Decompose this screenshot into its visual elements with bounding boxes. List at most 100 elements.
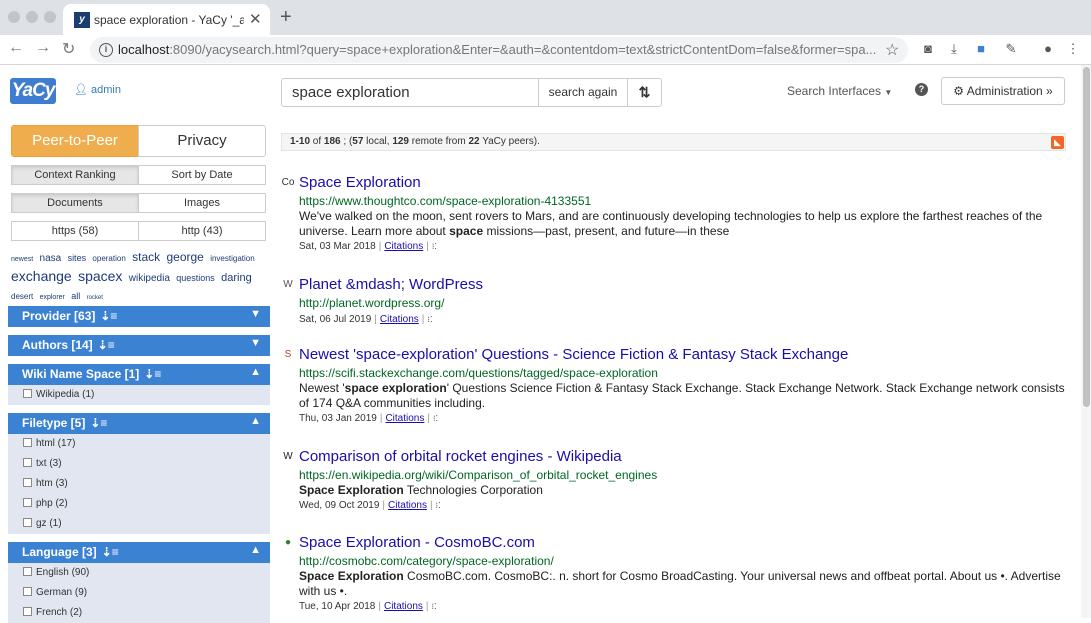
documents-button[interactable]: Documents — [11, 193, 139, 213]
tools-icon[interactable]: ✎ — [1003, 41, 1019, 57]
result-title-link[interactable]: Space Exploration - CosmoBC.com — [299, 534, 535, 551]
share-icon[interactable]: ⁝⁚ — [433, 414, 438, 423]
result-url-link[interactable]: https://scifi.stackexchange.com/question… — [299, 366, 658, 380]
profile-icon[interactable]: ● — [1040, 41, 1056, 57]
bookmark-star-icon[interactable]: ☆ — [885, 40, 899, 60]
checkbox[interactable] — [23, 498, 32, 507]
chevron-down-icon[interactable]: ▼ — [250, 337, 261, 349]
close-window-icon[interactable] — [8, 11, 20, 23]
chevron-up-icon[interactable]: ▲ — [250, 544, 261, 556]
citations-link[interactable]: Citations — [380, 314, 419, 325]
sort-icon[interactable]: ⇣≡ — [90, 416, 107, 430]
help-icon[interactable]: ? — [915, 83, 928, 96]
reload-icon[interactable]: ↻ — [62, 39, 75, 59]
citations-link[interactable]: Citations — [388, 500, 427, 511]
checkbox[interactable] — [23, 518, 32, 527]
maximize-window-icon[interactable] — [44, 11, 56, 23]
tag-link[interactable]: newest — [11, 256, 33, 263]
checkbox[interactable] — [23, 567, 32, 576]
scrollbar[interactable] — [1081, 65, 1091, 618]
facet-checkbox-item[interactable]: English (90) — [23, 567, 89, 578]
result-title-link[interactable]: Space Exploration — [299, 174, 421, 191]
chevron-up-icon[interactable]: ▲ — [250, 366, 261, 378]
admin-link[interactable]: 👤︎ admin — [74, 83, 121, 96]
tag-link[interactable]: nasa — [40, 253, 62, 264]
facet-header[interactable]: Wiki Name Space [1] ⇣≡ ▲ — [8, 364, 270, 385]
sort-by-date-button[interactable]: Sort by Date — [138, 165, 266, 185]
tag-link[interactable]: daring — [221, 272, 252, 284]
address-bar[interactable]: i localhost:8090/yacysearch.html?query=s… — [90, 37, 908, 63]
sort-icon[interactable]: ⇣≡ — [144, 367, 161, 381]
citations-link[interactable]: Citations — [384, 241, 423, 252]
tag-link[interactable]: exchange — [11, 268, 72, 284]
facet-header[interactable]: Filetype [5] ⇣≡ ▲ — [8, 413, 270, 434]
facet-header[interactable]: Language [3] ⇣≡ ▲ — [8, 542, 270, 563]
result-url-link[interactable]: http://planet.wordpress.org/ — [299, 296, 444, 310]
sort-icon[interactable]: ⇣≡ — [102, 545, 119, 559]
result-url-link[interactable]: https://en.wikipedia.org/wiki/Comparison… — [299, 468, 657, 482]
back-icon[interactable]: ← — [8, 39, 24, 57]
https-filter-button[interactable]: https (58) — [11, 221, 139, 241]
search-input[interactable] — [281, 78, 539, 107]
privacy-button[interactable]: Privacy — [138, 125, 266, 157]
result-title-link[interactable]: Planet &mdash; WordPress — [299, 276, 483, 293]
checkbox[interactable] — [23, 607, 32, 616]
minimize-window-icon[interactable] — [26, 11, 38, 23]
result-title-link[interactable]: Newest 'space-exploration' Questions - S… — [299, 346, 848, 363]
facet-checkbox-item[interactable]: German (9) — [23, 587, 87, 598]
sort-icon[interactable]: ⇣≡ — [100, 309, 117, 323]
tag-link[interactable]: wikipedia — [129, 273, 170, 284]
facet-checkbox-item[interactable]: htm (3) — [23, 478, 68, 489]
peer-to-peer-button[interactable]: Peer-to-Peer — [11, 125, 139, 157]
tag-link[interactable]: investigation — [210, 254, 254, 263]
extension-icon[interactable]: ■ — [973, 41, 989, 57]
citations-link[interactable]: Citations — [384, 601, 423, 612]
share-icon[interactable]: ⁝⁚ — [432, 242, 437, 251]
share-icon[interactable]: ⁝⁚ — [427, 315, 432, 324]
context-ranking-button[interactable]: Context Ranking — [11, 165, 139, 185]
search-interfaces-dropdown[interactable]: Search Interfaces ▼ — [787, 84, 892, 98]
tab-close-icon[interactable]: ✕ — [249, 10, 262, 28]
facet-header[interactable]: Provider [63] ⇣≡ ▼ — [8, 306, 270, 327]
facet-checkbox-item[interactable]: php (2) — [23, 498, 68, 509]
tag-link[interactable]: stack — [132, 250, 160, 264]
tag-link[interactable]: explorer — [40, 294, 65, 301]
checkbox[interactable] — [23, 587, 32, 596]
tag-link[interactable]: rocket — [87, 295, 103, 301]
info-icon[interactable]: i — [99, 43, 113, 57]
result-title-link[interactable]: Comparison of orbital rocket engines - W… — [299, 448, 622, 465]
administration-button[interactable]: ⚙ Administration » — [941, 77, 1065, 105]
chevron-down-icon[interactable]: ▼ — [250, 308, 261, 320]
tag-link[interactable]: sites — [68, 253, 87, 263]
tag-link[interactable]: george — [166, 250, 203, 264]
tag-link[interactable]: questions — [176, 273, 215, 283]
url-text[interactable]: localhost:8090/yacysearch.html?query=spa… — [118, 42, 878, 57]
share-icon[interactable]: ⁝⁚ — [436, 501, 441, 510]
checkbox[interactable] — [23, 389, 32, 398]
facet-checkbox-item[interactable]: txt (3) — [23, 458, 62, 469]
checkbox[interactable] — [23, 478, 32, 487]
tag-link[interactable]: all — [71, 291, 80, 301]
sort-icon[interactable]: ⇣≡ — [98, 338, 115, 352]
checkbox[interactable] — [23, 458, 32, 467]
rss-icon[interactable]: ◣ — [1051, 136, 1064, 149]
scrollbar-thumb[interactable] — [1083, 67, 1090, 407]
facet-checkbox-item[interactable]: gz (1) — [23, 518, 62, 529]
search-again-button[interactable]: search again — [538, 78, 628, 107]
forward-icon[interactable]: → — [35, 39, 51, 57]
facet-checkbox-item[interactable]: html (17) — [23, 438, 75, 449]
yacy-logo[interactable]: YaCy — [10, 78, 56, 104]
facet-checkbox-item[interactable]: Wikipedia (1) — [23, 389, 94, 400]
result-url-link[interactable]: http://cosmobc.com/category/space-explor… — [299, 554, 554, 568]
sort-icon[interactable]: ⇅ — [627, 78, 662, 107]
tag-link[interactable]: operation — [92, 254, 125, 263]
camera-icon[interactable]: ◙ — [920, 41, 936, 57]
share-icon[interactable]: ⁝⁚ — [431, 602, 436, 611]
tag-link[interactable]: desert — [11, 292, 33, 301]
result-url-link[interactable]: https://www.thoughtco.com/space-explorat… — [299, 194, 591, 208]
citations-link[interactable]: Citations — [385, 413, 424, 424]
http-filter-button[interactable]: http (43) — [138, 221, 266, 241]
menu-icon[interactable]: ⋮ — [1065, 41, 1081, 57]
chevron-up-icon[interactable]: ▲ — [250, 415, 261, 427]
checkbox[interactable] — [23, 438, 32, 447]
